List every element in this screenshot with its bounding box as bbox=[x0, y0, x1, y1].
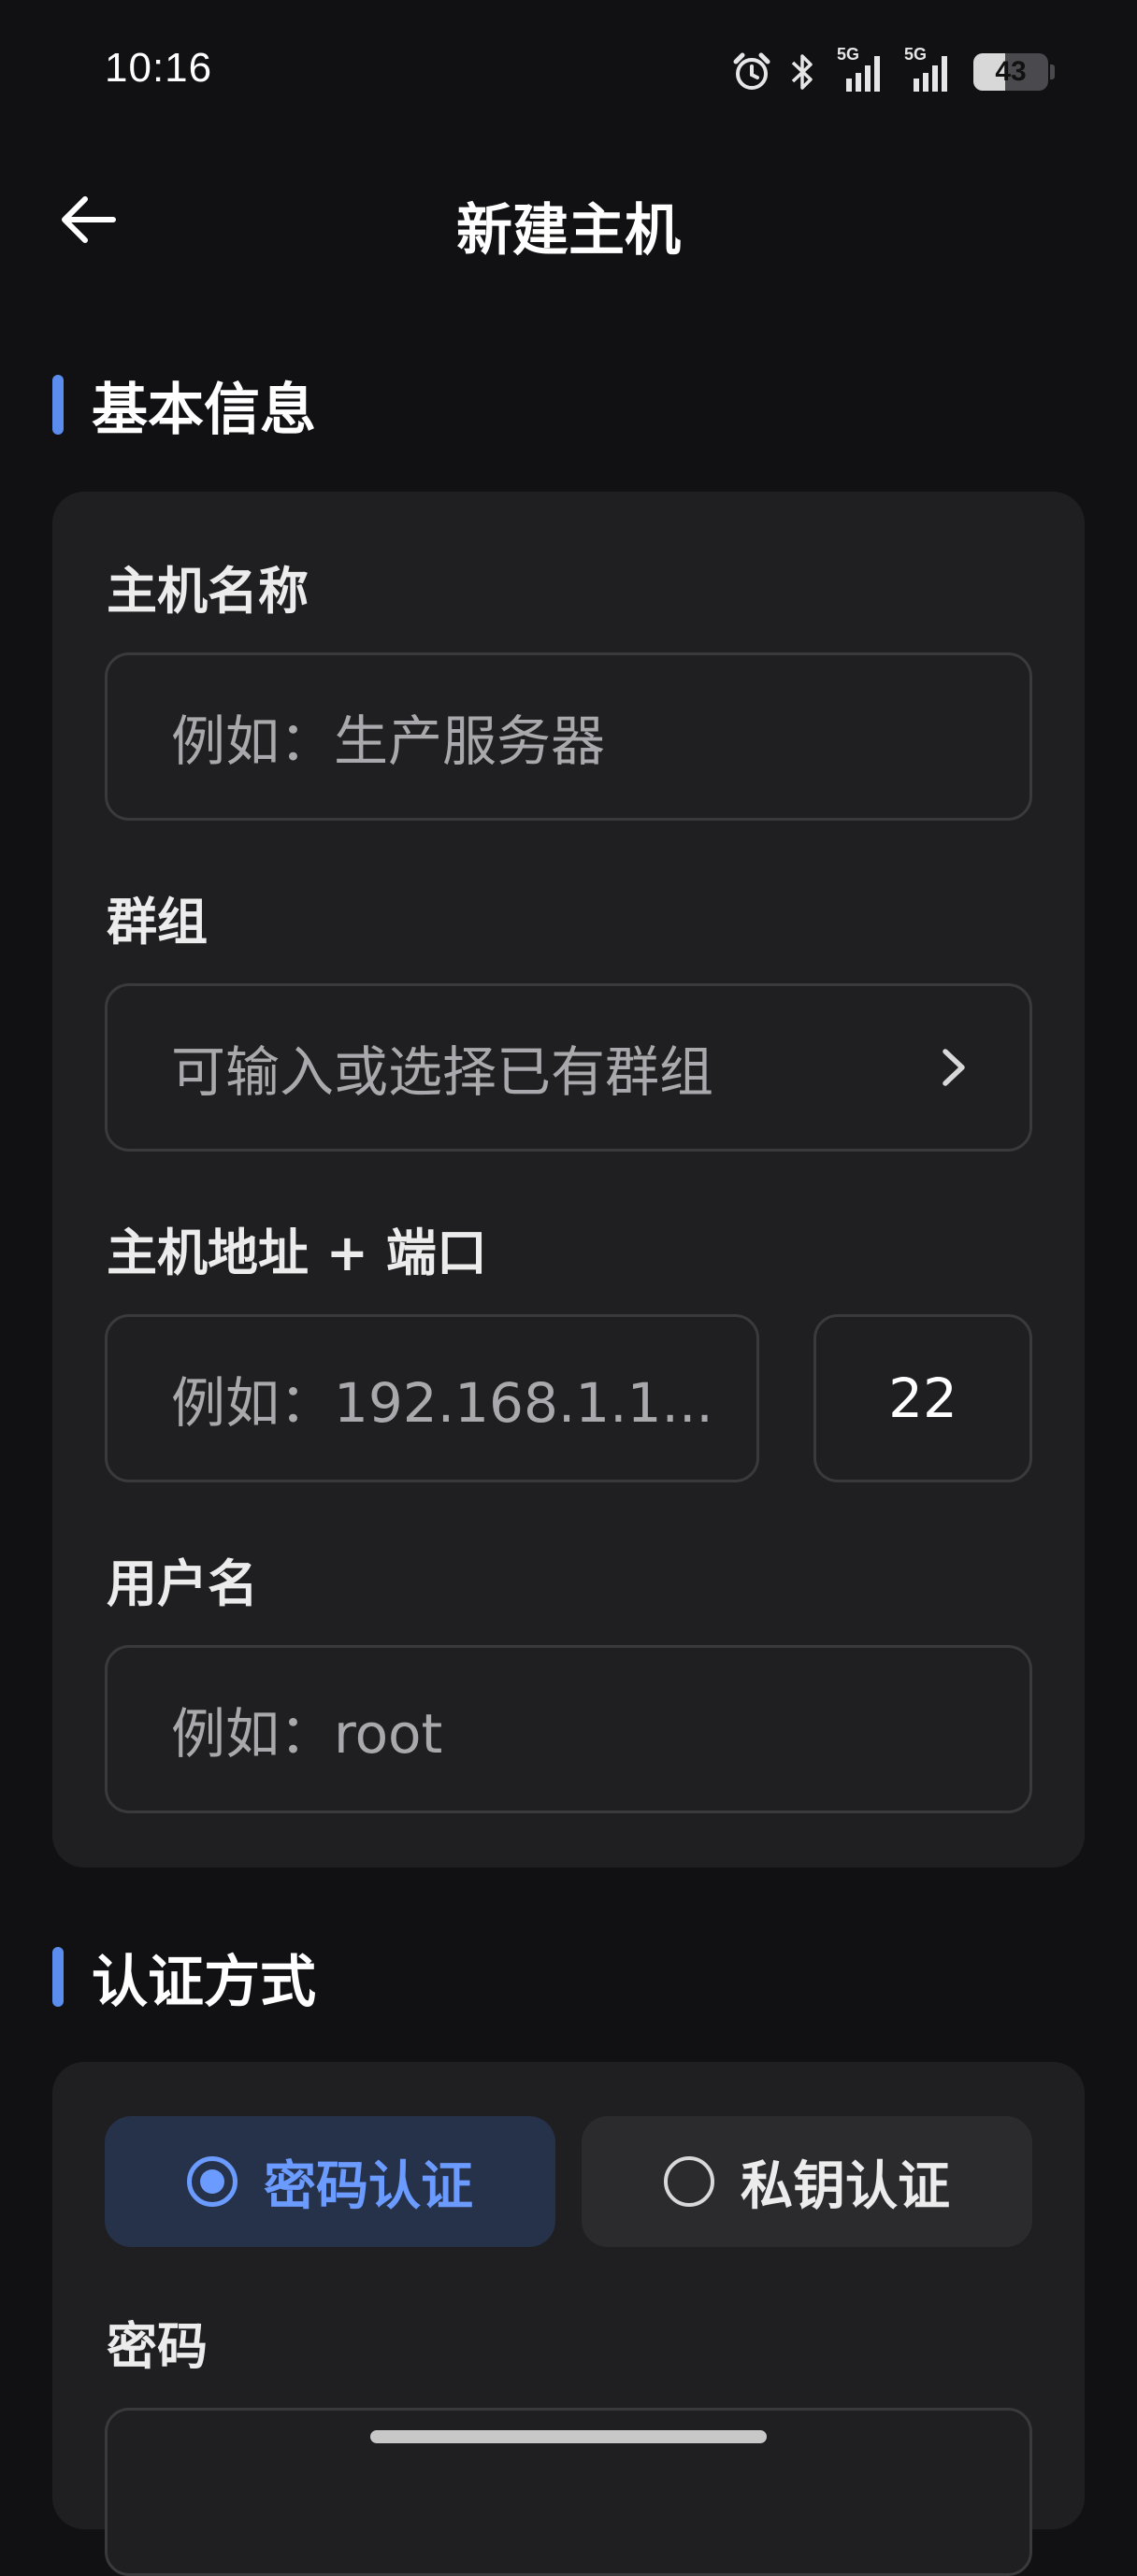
section-title: 认证方式 bbox=[92, 1949, 316, 2015]
signal-5g-icon: 5G bbox=[831, 45, 887, 93]
status-time: 10:16 bbox=[105, 45, 213, 91]
page-title: 新建主机 bbox=[456, 198, 681, 264]
home-indicator bbox=[370, 2430, 767, 2443]
host-name-label: 主机名称 bbox=[107, 562, 309, 621]
username-input[interactable]: 例如：root bbox=[105, 1645, 1032, 1813]
network-type-label: 5G bbox=[904, 45, 928, 64]
host-name-input[interactable]: 例如：生产服务器 bbox=[105, 652, 1032, 821]
signal-5g-icon: 5G bbox=[902, 45, 958, 93]
radio-selected-icon bbox=[187, 2156, 237, 2207]
host-address-label: 主机地址 + 端口 bbox=[107, 1224, 487, 1282]
auth-card: 密码认证 私钥认证 密码 bbox=[52, 2062, 1085, 2576]
port-input[interactable]: 22 bbox=[813, 1314, 1032, 1482]
battery-icon: 43 bbox=[973, 53, 1055, 91]
top-bar: 新建主机 bbox=[0, 150, 1137, 290]
port-value: 22 bbox=[888, 1367, 957, 1430]
group-placeholder: 可输入或选择已有群组 bbox=[171, 1040, 714, 1104]
group-label: 群组 bbox=[107, 893, 208, 952]
status-bar: 10:16 5G 5G 43 bbox=[0, 0, 1137, 150]
section-title: 基本信息 bbox=[92, 377, 316, 443]
status-icons: 5G 5G 43 bbox=[730, 45, 1055, 97]
password-auth-tab[interactable]: 密码认证 bbox=[105, 2116, 555, 2247]
battery-level: 43 bbox=[995, 56, 1027, 87]
password-label: 密码 bbox=[107, 2317, 208, 2376]
username-label: 用户名 bbox=[107, 1554, 258, 1613]
group-select[interactable]: 可输入或选择已有群组 bbox=[105, 983, 1032, 1152]
host-name-placeholder: 例如：生产服务器 bbox=[171, 709, 606, 773]
bluetooth-icon bbox=[788, 50, 816, 93]
basic-info-card: 主机名称 例如：生产服务器 群组 可输入或选择已有群组 主机地址 + 端口 例如… bbox=[52, 492, 1085, 1868]
section-auth-method: 认证方式 bbox=[52, 1944, 316, 2015]
host-address-placeholder: 例如：192.168.1.1... bbox=[171, 1371, 713, 1435]
chevron-right-icon bbox=[943, 1049, 965, 1086]
section-accent-bar bbox=[52, 375, 64, 435]
radio-unselected-icon bbox=[664, 2156, 714, 2207]
key-auth-label: 私钥认证 bbox=[741, 2155, 950, 2217]
key-auth-tab[interactable]: 私钥认证 bbox=[582, 2116, 1032, 2247]
host-address-input[interactable]: 例如：192.168.1.1... bbox=[105, 1314, 759, 1482]
section-accent-bar bbox=[52, 1947, 64, 2007]
username-placeholder: 例如：root bbox=[171, 1702, 443, 1766]
section-basic-info: 基本信息 bbox=[52, 372, 316, 443]
password-auth-label: 密码认证 bbox=[264, 2155, 473, 2217]
network-type-label: 5G bbox=[837, 45, 860, 64]
alarm-icon bbox=[730, 50, 773, 93]
